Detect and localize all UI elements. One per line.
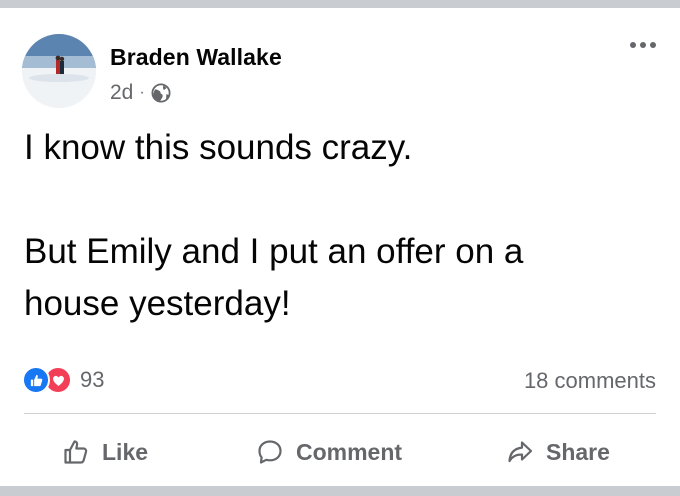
comment-button[interactable]: Comment [256,428,402,476]
more-options-icon[interactable] [630,42,656,48]
like-button[interactable]: Like [62,428,148,476]
comment-bubble-icon [258,440,282,464]
post-text-line: house yesterday! [24,284,291,323]
thumbs-up-icon [64,440,88,464]
reactions-summary[interactable]: 93 [22,364,104,396]
share-label: Share [546,438,610,465]
avatar[interactable] [22,34,96,108]
post-text-line: But Emily and I put an offer on a [24,232,524,271]
post-text-line [24,174,664,226]
like-reaction-icon [22,366,50,394]
bottom-frame-bar [0,486,680,496]
reaction-count: 93 [80,367,105,392]
post-time[interactable]: 2d [110,81,133,105]
top-frame-bar [0,0,680,8]
share-button[interactable]: Share [506,428,610,476]
post-card: Braden Wallake 2d · I know this sounds c… [0,8,680,486]
like-label: Like [102,438,149,465]
post-meta: 2d · [110,80,171,106]
post-text-line: I know this sounds crazy. [24,128,413,167]
actions-divider [24,413,656,414]
comments-count[interactable]: 18 comments [524,368,656,394]
share-arrow-icon [508,441,533,463]
author-name[interactable]: Braden Wallake [110,44,282,71]
meta-separator: · [139,84,145,101]
globe-icon[interactable] [151,83,171,103]
comment-label: Comment [296,438,403,465]
post-actions: Like Comment Share [0,428,680,476]
post-text: I know this sounds crazy. But Emily and … [24,122,664,330]
